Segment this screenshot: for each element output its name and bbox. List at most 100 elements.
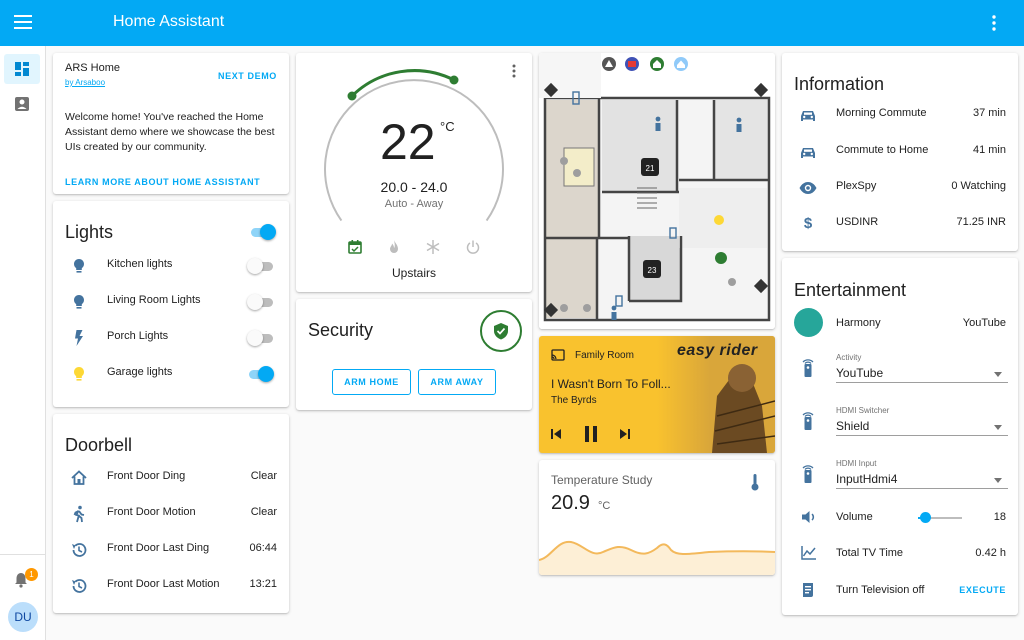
floorplan-thermostat-2[interactable]: 23 (643, 266, 661, 275)
light-row-kitchen: Kitchen lights (53, 248, 289, 284)
media-player-card: easy rider Family Room I Wasn't Born To … (539, 336, 775, 453)
snowflake-icon[interactable] (425, 239, 441, 255)
pause-icon[interactable] (582, 424, 600, 444)
harmony-logo (794, 308, 823, 337)
doorbell-value: Clear (250, 506, 277, 518)
album-art-title: easy rider (677, 342, 758, 359)
info-value: 37 min (972, 107, 1006, 119)
history-icon (72, 543, 87, 557)
fire-icon[interactable] (386, 239, 402, 255)
more-options-icon[interactable] (510, 63, 518, 79)
garage-lights-toggle[interactable] (247, 366, 274, 382)
bulb-icon (74, 259, 84, 273)
floorplan[interactable] (539, 53, 775, 329)
hdmi-input-select[interactable]: InputHdmi4 (836, 472, 897, 486)
info-row: Commute to Home 41 min (782, 134, 1018, 170)
execute-button[interactable]: EXECUTE (959, 585, 1006, 595)
hdmi-switcher-underline (836, 435, 1008, 436)
lights-master-toggle[interactable] (249, 224, 276, 240)
sensor-title: Temperature Study (551, 473, 653, 487)
light-label: Living Room Lights (107, 294, 201, 306)
walk-icon (73, 505, 85, 523)
hdmi-input-underline (836, 488, 1008, 489)
thermostat-mode: Auto - Away (384, 198, 444, 210)
activity-select[interactable]: YouTube (836, 366, 883, 380)
cast-icon (551, 349, 565, 361)
light-label: Garage lights (107, 366, 173, 378)
info-row: $ USDINR 71.25 INR (782, 206, 1018, 242)
remote-icon (802, 412, 814, 430)
floorplan-thermostat-1[interactable]: 21 (641, 164, 659, 173)
eye-icon (799, 182, 817, 194)
next-track-icon[interactable] (618, 427, 632, 441)
security-title: Security (308, 320, 374, 340)
info-value: 0 Watching (951, 180, 1006, 192)
chevron-down-icon[interactable] (994, 425, 1002, 430)
more-options-icon[interactable] (988, 14, 1000, 32)
light-label: Kitchen lights (107, 258, 173, 270)
info-label: Commute to Home (836, 144, 929, 156)
hdmi-switcher-label: HDMI Switcher (836, 406, 890, 415)
volume-value: 18 (993, 511, 1006, 523)
learn-more-link[interactable]: LEARN MORE ABOUT HOME ASSISTANT (65, 177, 260, 187)
thermostat-temperature: 22 (380, 114, 436, 170)
tv-time-value: 0.42 h (975, 547, 1006, 559)
media-source: Family Room (575, 350, 634, 361)
doorbell-row: Front Door Last Motion 13:21 (53, 568, 289, 604)
volume-label: Volume (836, 511, 873, 523)
hdmi-switcher-select[interactable]: Shield (836, 419, 869, 433)
calendar-icon[interactable] (347, 239, 363, 255)
arm-home-button[interactable]: ARM HOME (332, 369, 411, 395)
power-icon[interactable] (465, 239, 481, 255)
information-title: Information (794, 74, 885, 94)
thermometer-icon (751, 474, 759, 491)
security-card: Security ARM HOME ARM AWAY (296, 299, 532, 410)
doorbell-title: Doorbell (65, 435, 133, 455)
remote-icon (802, 359, 814, 377)
lights-title: Lights (65, 222, 114, 242)
doorbell-card: Doorbell Front Door Ding Clear Front Doo… (53, 414, 289, 613)
light-label: Porch Lights (107, 330, 169, 342)
doorbell-value: Clear (250, 470, 277, 482)
menu-icon[interactable] (14, 14, 32, 30)
info-label: Morning Commute (836, 107, 927, 119)
author-link[interactable]: by Arsaboo (65, 78, 105, 87)
next-demo-button[interactable]: NEXT DEMO (218, 71, 277, 81)
dashboard-icon (15, 62, 29, 76)
script-icon (803, 583, 813, 597)
dollar-icon: $ (803, 215, 813, 232)
volume-icon (802, 511, 815, 523)
information-card: Information Morning Commute 37 min Commu… (782, 53, 1018, 251)
chevron-down-icon[interactable] (994, 372, 1002, 377)
tv-off-label: Turn Television off (836, 584, 925, 596)
sidebar-item-overview[interactable] (4, 54, 40, 84)
history-icon (72, 579, 87, 593)
doorbell-value: 13:21 (249, 578, 277, 590)
living-room-lights-toggle[interactable] (247, 294, 273, 310)
thermostat-unit: °C (440, 119, 455, 134)
doorbell-row: Front Door Last Ding 06:44 (53, 532, 289, 568)
sidebar-item-account-box[interactable] (14, 96, 30, 112)
lights-card: Lights Kitchen lights Living Room Lights… (53, 201, 289, 407)
chevron-down-icon[interactable] (994, 478, 1002, 483)
light-row-porch: Porch Lights (53, 320, 289, 356)
remote-icon (802, 465, 814, 483)
light-row-living-room: Living Room Lights (53, 284, 289, 320)
light-row-garage: Garage lights (53, 356, 289, 392)
porch-lights-toggle[interactable] (247, 330, 273, 346)
user-avatar[interactable]: DU (8, 602, 38, 632)
volume-slider-handle[interactable] (920, 512, 932, 523)
arm-away-button[interactable]: ARM AWAY (418, 369, 496, 395)
kitchen-lights-toggle[interactable] (247, 258, 273, 274)
harmony-label: Harmony (836, 317, 881, 329)
thermostat-name: Upstairs (391, 266, 436, 280)
welcome-title: ARS Home (65, 62, 121, 74)
info-label: USDINR (836, 216, 879, 228)
temperature-study-card: Temperature Study 20.9 °C (539, 460, 775, 575)
previous-track-icon[interactable] (549, 427, 563, 441)
doorbell-label: Front Door Last Ding (107, 542, 210, 554)
notifications-button[interactable]: 1 (12, 568, 38, 590)
tv-time-label: Total TV Time (836, 547, 904, 559)
app-header: Home Assistant (0, 0, 1024, 46)
info-value: 41 min (972, 144, 1006, 156)
